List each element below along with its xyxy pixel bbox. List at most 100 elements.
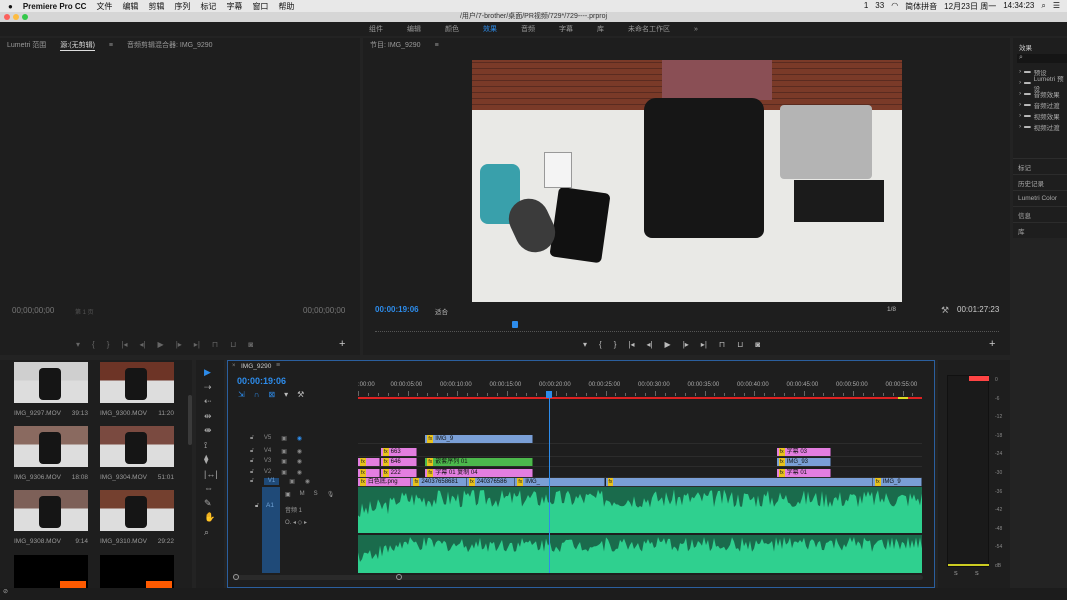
sync-lock-icon[interactable]: ▣ <box>281 448 287 455</box>
export-frame-icon[interactable]: ◙ <box>755 340 760 349</box>
razor-icon[interactable]: ⟟ <box>204 440 207 451</box>
track-label[interactable]: V5 <box>264 435 271 442</box>
date[interactable]: 12月23日 周一 <box>944 1 996 12</box>
lock-icon[interactable]: 🔓︎ <box>250 448 254 455</box>
workspace-tab[interactable]: 组件 <box>369 24 383 34</box>
add-button-icon[interactable]: + <box>989 338 995 350</box>
linked-selection-icon[interactable]: ⊠ <box>268 390 275 399</box>
program-playhead[interactable] <box>512 321 519 328</box>
timeline-zoom-scrollbar[interactable] <box>233 574 923 580</box>
chevron-right-icon[interactable]: › <box>1019 90 1021 97</box>
keyframe-controls[interactable]: O. ◂ ◇ ▸ <box>285 519 307 526</box>
chevron-right-icon[interactable]: › <box>1019 101 1021 108</box>
slide-tool-icon[interactable]: ⇔ <box>204 483 213 493</box>
time[interactable]: 14:34:23 <box>1003 1 1034 12</box>
timeline-clip[interactable]: fx 24037658681 <box>411 478 467 486</box>
program-timecode[interactable]: 00:00:19:06 <box>375 305 419 314</box>
tab-lumetri-scopes[interactable]: Lumetri 范围 <box>7 40 46 50</box>
tab-sequence[interactable]: IMG_9290 <box>241 363 271 370</box>
timeline-clip[interactable]: fx <box>358 469 380 477</box>
panel-menu-icon[interactable]: ≡ <box>109 42 113 49</box>
zoom-window-button[interactable] <box>22 14 28 20</box>
sync-lock-icon[interactable]: ▣ <box>281 458 287 465</box>
timeline-playhead[interactable] <box>545 391 552 398</box>
track-select-icon[interactable]: ⇢ <box>204 382 212 393</box>
timeline-clip[interactable]: fx IMG_ <box>515 478 606 486</box>
hand-icon[interactable]: ✋ <box>204 512 215 523</box>
chevron-right-icon[interactable]: › <box>1019 112 1021 119</box>
menu-help[interactable]: 帮助 <box>278 1 294 12</box>
audio-waveform[interactable] <box>358 487 922 573</box>
panel-section[interactable]: 信息 <box>1013 206 1067 222</box>
wifi-icon[interactable]: ◠ <box>891 1 898 12</box>
snap-icon[interactable]: ∩ <box>254 390 260 399</box>
panel-menu-icon[interactable]: ≡ <box>435 42 439 49</box>
add-button-icon[interactable]: + <box>339 338 345 350</box>
apple-icon[interactable]: ● <box>8 2 13 11</box>
timeline-clip[interactable]: fx 字幕 03 <box>776 448 832 456</box>
extract-icon[interactable]: ⊔ <box>737 340 743 349</box>
track-label[interactable]: V2 <box>264 469 271 476</box>
clip-label[interactable]: IMG_9304.MOV 51:01 <box>100 474 174 481</box>
scroll-handle-left[interactable] <box>233 574 239 580</box>
mark-in-icon[interactable]: { <box>599 340 602 349</box>
effects-folder[interactable]: › ▬ Lumetri 预设 <box>1019 76 1067 93</box>
close-tab-icon[interactable]: × <box>232 363 236 369</box>
lock-icon[interactable]: 🔓︎ <box>255 503 259 510</box>
workspace-tab[interactable]: 未命名工作区 <box>628 24 670 34</box>
tab-program[interactable]: 节目: IMG_9290 <box>370 40 421 50</box>
insert-icon[interactable]: ⊓ <box>212 340 218 349</box>
effects-folder[interactable]: › ▬ 音频过渡 <box>1019 99 1067 110</box>
workspace-tab[interactable]: 库 <box>597 24 604 34</box>
lock-icon[interactable]: 🔓︎ <box>250 458 254 465</box>
menu-sequence[interactable]: 序列 <box>174 1 190 12</box>
track-label[interactable]: V4 <box>264 448 271 455</box>
sync-lock-icon[interactable]: ▣ <box>281 435 287 442</box>
play-icon[interactable]: ▶ <box>665 340 671 349</box>
effects-folder[interactable]: › ▬ 视频过渡 <box>1019 121 1067 132</box>
input-method[interactable]: 简体拼音 <box>905 1 937 12</box>
timeline-clip[interactable]: fx 字幕 01 <box>776 469 832 477</box>
clip-thumbnail[interactable] <box>14 426 88 467</box>
clip-thumbnail[interactable] <box>14 490 88 531</box>
track-label[interactable]: V1 <box>263 478 280 485</box>
lock-icon[interactable]: 🔓︎ <box>250 478 254 485</box>
sync-lock-icon[interactable]: ▣ <box>289 478 295 485</box>
eye-icon[interactable]: ◉ <box>305 478 310 485</box>
timeline-clip[interactable]: fx 222 <box>380 469 418 477</box>
more-workspaces-button[interactable]: » <box>694 26 698 33</box>
app-menu[interactable]: Premiere Pro CC <box>23 2 87 11</box>
play-icon[interactable]: ▶ <box>158 340 164 349</box>
mute-button[interactable]: M <box>300 491 305 498</box>
eye-icon[interactable]: ◉ <box>297 458 302 465</box>
eye-icon[interactable]: ◉ <box>297 469 302 476</box>
slide-icon[interactable]: |↔| <box>204 469 218 479</box>
clip-thumbnail[interactable] <box>100 362 174 403</box>
timeline-clip[interactable]: fx 663 <box>380 448 418 456</box>
pen-icon[interactable]: ✎ <box>204 498 212 509</box>
color-matte-thumbnail[interactable] <box>14 555 88 588</box>
marker-icon[interactable]: ▾ <box>76 340 80 349</box>
timeline-clip[interactable]: fx IMG_9 <box>872 478 923 486</box>
go-to-in-icon[interactable]: |◂ <box>121 340 127 349</box>
step-forward-icon[interactable]: |▸ <box>683 340 689 349</box>
menu-edit[interactable]: 编辑 <box>122 1 138 12</box>
minimize-window-button[interactable] <box>13 14 19 20</box>
clip-label[interactable]: IMG_9300.MOV 11:20 <box>100 410 174 417</box>
sync-lock-icon[interactable]: ▣ <box>285 491 291 498</box>
chevron-right-icon[interactable]: › <box>1019 68 1021 75</box>
program-video-frame[interactable] <box>472 60 902 302</box>
clip-thumbnail[interactable] <box>100 490 174 531</box>
menu-markers[interactable]: 标记 <box>200 1 216 12</box>
wrench-icon[interactable]: ⚒ <box>941 305 949 316</box>
clip-label[interactable]: IMG_9310.MOV 29:22 <box>100 538 174 545</box>
eye-icon[interactable]: ◉ <box>297 448 302 455</box>
tab-audio-clip-mixer[interactable]: 音频剪辑混合器: IMG_9290 <box>127 40 213 50</box>
color-matte-thumbnail[interactable] <box>100 555 174 588</box>
scroll-handle-right[interactable] <box>396 574 402 580</box>
menu-window[interactable]: 窗口 <box>252 1 268 12</box>
eye-icon[interactable]: ◉ <box>297 435 302 442</box>
timeline-clip[interactable]: fx 240376586 <box>466 478 516 486</box>
effects-folder[interactable]: › ▬ 视频效果 <box>1019 110 1067 121</box>
panel-section[interactable]: Lumetri Color <box>1013 190 1067 206</box>
